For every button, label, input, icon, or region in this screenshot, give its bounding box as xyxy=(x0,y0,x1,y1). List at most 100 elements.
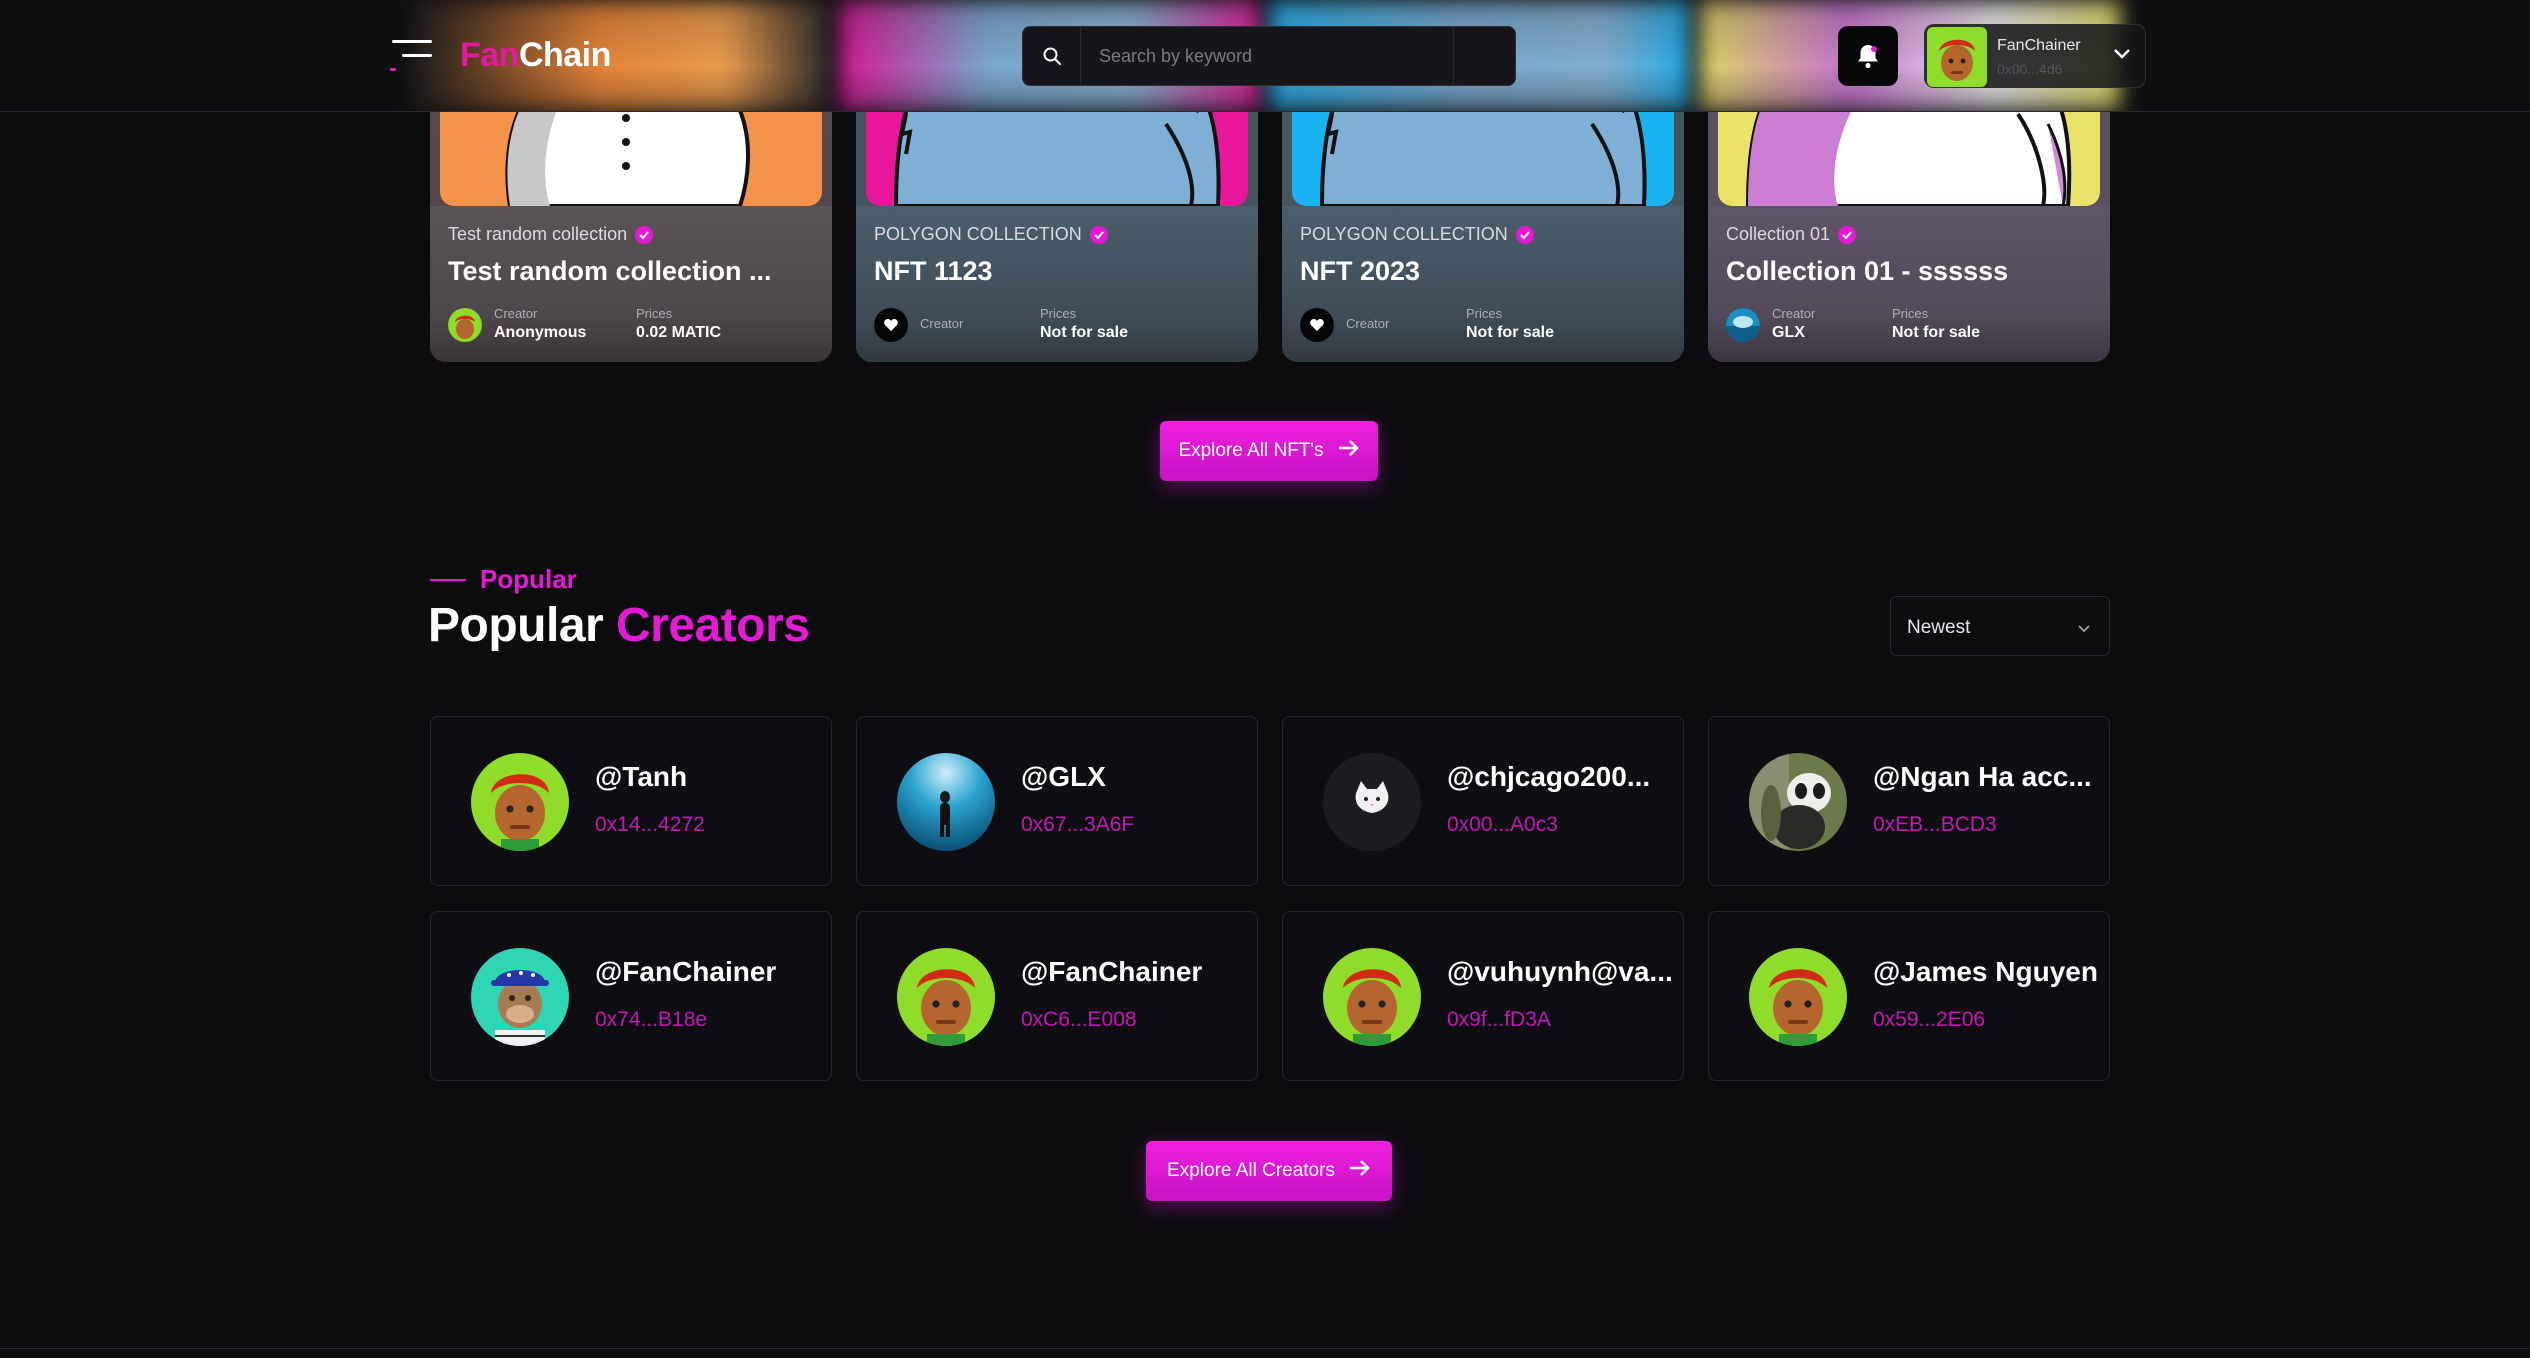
creator-avatar xyxy=(1323,753,1421,851)
creator-address: 0x9f...fD3A xyxy=(1447,1008,1551,1031)
sort-value: Newest xyxy=(1907,617,1971,638)
nft-collection-name: Test random collection xyxy=(448,224,654,245)
top-header: FanChain FanChainer 0x00...4d6 xyxy=(0,0,2530,112)
creator-name: @FanChainer xyxy=(1021,956,1203,987)
creator-avatar xyxy=(448,308,482,342)
creator-name[interactable]: GLX xyxy=(1772,324,1805,342)
price-value: Not for sale xyxy=(1892,324,1981,341)
creator-name: @Tanh xyxy=(595,761,688,792)
hamburger-menu-icon[interactable] xyxy=(386,38,432,72)
nft-title: NFT 2023 xyxy=(1300,256,1421,286)
search-addon[interactable] xyxy=(1453,27,1515,85)
search-bar xyxy=(1022,26,1516,86)
arrow-right-icon xyxy=(1349,1159,1371,1183)
nft-meta: Creator Prices Not for sale xyxy=(874,304,1240,346)
verified-icon xyxy=(1089,225,1108,244)
creator-address: 0x14...4272 xyxy=(595,813,705,836)
nft-meta: Creator GLX Prices Not for sale xyxy=(1726,304,2092,346)
nft-collection-name: POLYGON COLLECTION xyxy=(1300,224,1534,245)
nft-card[interactable]: Collection 01 Collection 01 - ssssss Cre… xyxy=(1708,84,2110,362)
creator-address: 0x74...B18e xyxy=(595,1008,708,1031)
user-address: 0x00...4d6 xyxy=(1997,61,2063,77)
creator-avatar xyxy=(471,753,569,851)
price-label: Prices xyxy=(1466,306,1503,321)
creator-card[interactable]: @GLX 0x67...3A6F xyxy=(856,716,1258,886)
creator-address: 0x67...3A6F xyxy=(1021,813,1135,836)
creator-address: 0xC6...E008 xyxy=(1021,1008,1137,1031)
creator-avatar xyxy=(897,753,995,851)
creator-name: @FanChainer xyxy=(595,956,777,987)
price-value: Not for sale xyxy=(1466,324,1555,341)
creator-name[interactable]: Anonymous xyxy=(494,324,586,342)
price-value: Not for sale xyxy=(1040,324,1129,341)
creator-card[interactable]: @FanChainer 0xC6...E008 xyxy=(856,911,1258,1081)
explore-creators-label: Explore All Creators xyxy=(1167,1160,1335,1181)
footer-divider xyxy=(0,1348,2530,1349)
creator-avatar xyxy=(1726,308,1760,342)
creator-card[interactable]: @James Nguyen 0x59...2E06 xyxy=(1708,911,2110,1081)
creator-avatar xyxy=(897,948,995,1046)
price-label: Prices xyxy=(636,306,673,321)
creator-address: 0xEB...BCD3 xyxy=(1873,813,1997,836)
section-kicker: Popular xyxy=(430,564,577,595)
verified-icon xyxy=(1515,225,1534,244)
creator-card[interactable]: @Ngan Ha acc... 0xEB...BCD3 xyxy=(1708,716,2110,886)
kicker-line xyxy=(430,578,466,581)
explore-nfts-label: Explore All NFT's xyxy=(1178,440,1324,461)
creator-avatar xyxy=(874,308,908,342)
creator-name: @GLX xyxy=(1021,761,1106,792)
creator-name: @vuhuynh@va... xyxy=(1447,956,1673,987)
price-label: Prices xyxy=(1892,306,1929,321)
nft-card[interactable]: POLYGON COLLECTION NFT 1123 Creator Pric… xyxy=(856,84,1258,362)
nft-title: NFT 1123 xyxy=(874,256,993,286)
creator-card[interactable]: @chjcago200... 0x00...A0c3 xyxy=(1282,716,1684,886)
creator-label: Creator xyxy=(920,316,964,331)
creator-card[interactable]: @FanChainer 0x74...B18e xyxy=(430,911,832,1081)
creator-name: @James Nguyen xyxy=(1873,956,2098,987)
logo-chain: Chain xyxy=(518,36,611,74)
creator-card[interactable]: @vuhuynh@va... 0x9f...fD3A xyxy=(1282,911,1684,1081)
nft-meta: Creator Anonymous Prices 0.02 MATIC xyxy=(448,304,814,346)
creator-label: Creator xyxy=(494,306,538,321)
user-account-menu[interactable]: FanChainer 0x00...4d6 xyxy=(1924,24,2146,88)
search-input[interactable] xyxy=(1081,27,1453,85)
nft-title: Collection 01 - ssssss xyxy=(1726,256,2009,286)
chevron-down-icon xyxy=(2077,621,2091,639)
sort-select[interactable]: Newest xyxy=(1890,596,2110,656)
logo-fan: Fan xyxy=(460,36,519,74)
creator-avatar xyxy=(1749,948,1847,1046)
nft-collection-name: Collection 01 xyxy=(1726,224,1857,245)
search-icon[interactable] xyxy=(1023,27,1081,85)
nft-title: Test random collection ... xyxy=(448,256,772,286)
creator-avatar xyxy=(471,948,569,1046)
title-white: Popular xyxy=(428,599,604,652)
nft-meta: Creator Prices Not for sale xyxy=(1300,304,1666,346)
creator-name: @chjcago200... xyxy=(1447,761,1651,792)
creator-avatar xyxy=(1300,308,1334,342)
kicker-text: Popular xyxy=(480,564,577,594)
price-label: Prices xyxy=(1040,306,1077,321)
section-title: Popular Creators xyxy=(428,598,810,653)
creator-address: 0x59...2E06 xyxy=(1873,1008,1986,1031)
notification-bell-icon[interactable] xyxy=(1838,26,1898,86)
nft-collection-name: POLYGON COLLECTION xyxy=(874,224,1108,245)
explore-all-creators-button[interactable]: Explore All Creators xyxy=(1146,1141,1392,1201)
verified-icon xyxy=(635,225,654,244)
chevron-down-icon[interactable] xyxy=(2113,47,2131,65)
price-value: 0.02 MATIC xyxy=(636,324,722,341)
title-pink: Creators xyxy=(616,599,810,652)
nft-card[interactable]: Test random collection Test random colle… xyxy=(430,84,832,362)
explore-all-nfts-button[interactable]: Explore All NFT's xyxy=(1160,421,1378,481)
creator-address: 0x00...A0c3 xyxy=(1447,813,1558,836)
verified-icon xyxy=(1838,225,1857,244)
creator-label: Creator xyxy=(1772,306,1816,321)
creator-avatar xyxy=(1323,948,1421,1046)
logo[interactable]: FanChain xyxy=(460,36,611,75)
user-name: FanChainer xyxy=(1997,37,2081,54)
creator-card[interactable]: @Tanh 0x14...4272 xyxy=(430,716,832,886)
creator-name: @Ngan Ha acc... xyxy=(1873,761,2092,792)
creator-label: Creator xyxy=(1346,316,1390,331)
creator-avatar xyxy=(1749,753,1847,851)
nft-card[interactable]: POLYGON COLLECTION NFT 2023 Creator Pric… xyxy=(1282,84,1684,362)
arrow-right-icon xyxy=(1338,439,1360,463)
